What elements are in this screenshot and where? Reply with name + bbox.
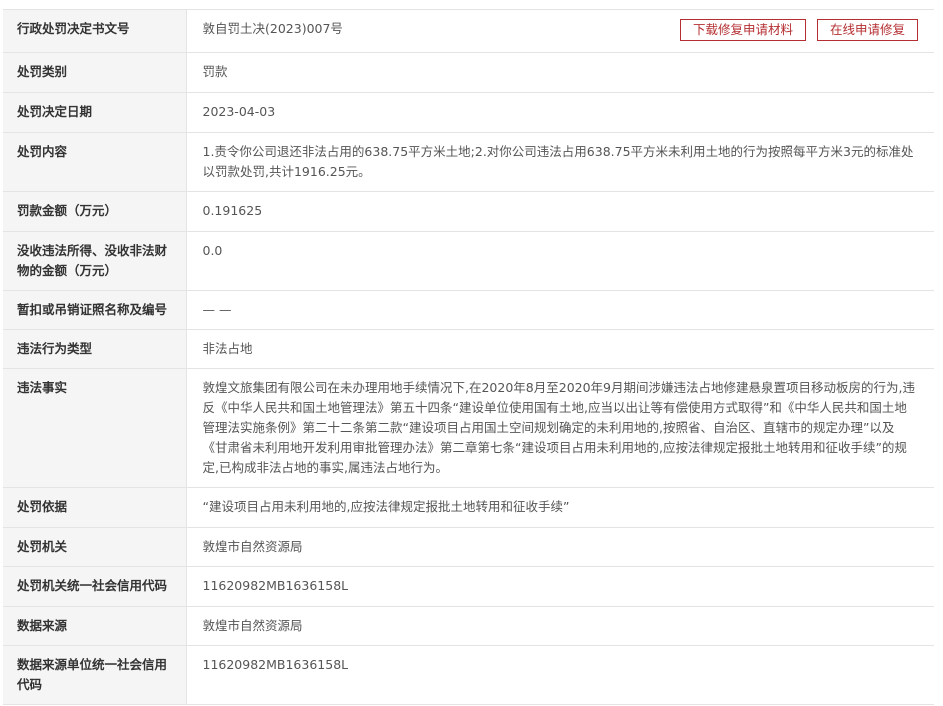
value-penalty-basis: “建设项目占用未利用地的,应按法律规定报批土地转用和征收手续” xyxy=(186,487,934,528)
label-penalty-category: 处罚类别 xyxy=(3,52,187,93)
row-license-revocation: 暂扣或吊销证照名称及编号 — — xyxy=(3,290,934,330)
value-penalty-authority: 敦煌市自然资源局 xyxy=(186,527,934,567)
value-authority-credit-code: 11620982MB1636158L xyxy=(186,566,934,607)
row-authority-credit-code: 处罚机关统一社会信用代码 11620982MB1636158L xyxy=(3,566,934,607)
label-source-credit-code: 数据来源单位统一社会信用代码 xyxy=(3,645,187,705)
label-decision-number: 行政处罚决定书文号 xyxy=(3,10,187,53)
row-penalty-basis: 处罚依据 “建设项目占用未利用地的,应按法律规定报批土地转用和征收手续” xyxy=(3,487,934,528)
penalty-detail-table: 行政处罚决定书文号 敦自罚土决(2023)007号 下载修复申请材料 在线申请修… xyxy=(3,10,934,705)
value-decision-date: 2023-04-03 xyxy=(186,92,934,133)
label-penalty-authority: 处罚机关 xyxy=(3,527,187,567)
value-license-revocation: — — xyxy=(186,290,934,330)
download-repair-materials-button[interactable]: 下载修复申请材料 xyxy=(679,19,806,41)
label-confiscation-amount: 没收违法所得、没收非法财物的金额（万元） xyxy=(3,231,187,291)
value-source-credit-code: 11620982MB1636158L xyxy=(186,645,934,705)
row-confiscation-amount: 没收违法所得、没收非法财物的金额（万元） 0.0 xyxy=(3,231,934,291)
label-violation-type: 违法行为类型 xyxy=(3,329,187,369)
label-violation-facts: 违法事实 xyxy=(3,368,187,488)
row-fine-amount: 罚款金额（万元） 0.191625 xyxy=(3,191,934,232)
label-data-source: 数据来源 xyxy=(3,606,187,646)
label-penalty-basis: 处罚依据 xyxy=(3,487,187,528)
penalty-detail-sheet: 行政处罚决定书文号 敦自罚土决(2023)007号 下载修复申请材料 在线申请修… xyxy=(3,9,934,705)
value-confiscation-amount: 0.0 xyxy=(186,231,934,291)
value-violation-facts: 敦煌文旅集团有限公司在未办理用地手续情况下,在2020年8月至2020年9月期间… xyxy=(186,368,934,488)
value-data-source: 敦煌市自然资源局 xyxy=(186,606,934,646)
row-penalty-content: 处罚内容 1.责令你公司退还非法占用的638.75平方米土地;2.对你公司违法占… xyxy=(3,132,934,192)
value-decision-number-cell: 敦自罚土决(2023)007号 下载修复申请材料 在线申请修复 xyxy=(186,10,934,53)
label-penalty-content: 处罚内容 xyxy=(3,132,187,192)
row-decision-number: 行政处罚决定书文号 敦自罚土决(2023)007号 下载修复申请材料 在线申请修… xyxy=(3,10,934,53)
label-decision-date: 处罚决定日期 xyxy=(3,92,187,133)
row-violation-facts: 违法事实 敦煌文旅集团有限公司在未办理用地手续情况下,在2020年8月至2020… xyxy=(3,368,934,488)
value-penalty-category: 罚款 xyxy=(186,52,934,93)
value-decision-number: 敦自罚土决(2023)007号 xyxy=(202,21,343,36)
label-license-revocation: 暂扣或吊销证照名称及编号 xyxy=(3,290,187,330)
online-repair-application-button[interactable]: 在线申请修复 xyxy=(816,19,918,41)
row-decision-date: 处罚决定日期 2023-04-03 xyxy=(3,92,934,133)
repair-action-group: 下载修复申请材料 在线申请修复 xyxy=(679,19,918,41)
row-penalty-category: 处罚类别 罚款 xyxy=(3,52,934,93)
value-fine-amount: 0.191625 xyxy=(186,191,934,232)
row-data-source: 数据来源 敦煌市自然资源局 xyxy=(3,606,934,646)
label-authority-credit-code: 处罚机关统一社会信用代码 xyxy=(3,566,187,607)
label-fine-amount: 罚款金额（万元） xyxy=(3,191,187,232)
row-violation-type: 违法行为类型 非法占地 xyxy=(3,329,934,369)
value-penalty-content: 1.责令你公司退还非法占用的638.75平方米土地;2.对你公司违法占用638.… xyxy=(186,132,934,192)
row-penalty-authority: 处罚机关 敦煌市自然资源局 xyxy=(3,527,934,567)
row-source-credit-code: 数据来源单位统一社会信用代码 11620982MB1636158L xyxy=(3,645,934,705)
value-violation-type: 非法占地 xyxy=(186,329,934,369)
